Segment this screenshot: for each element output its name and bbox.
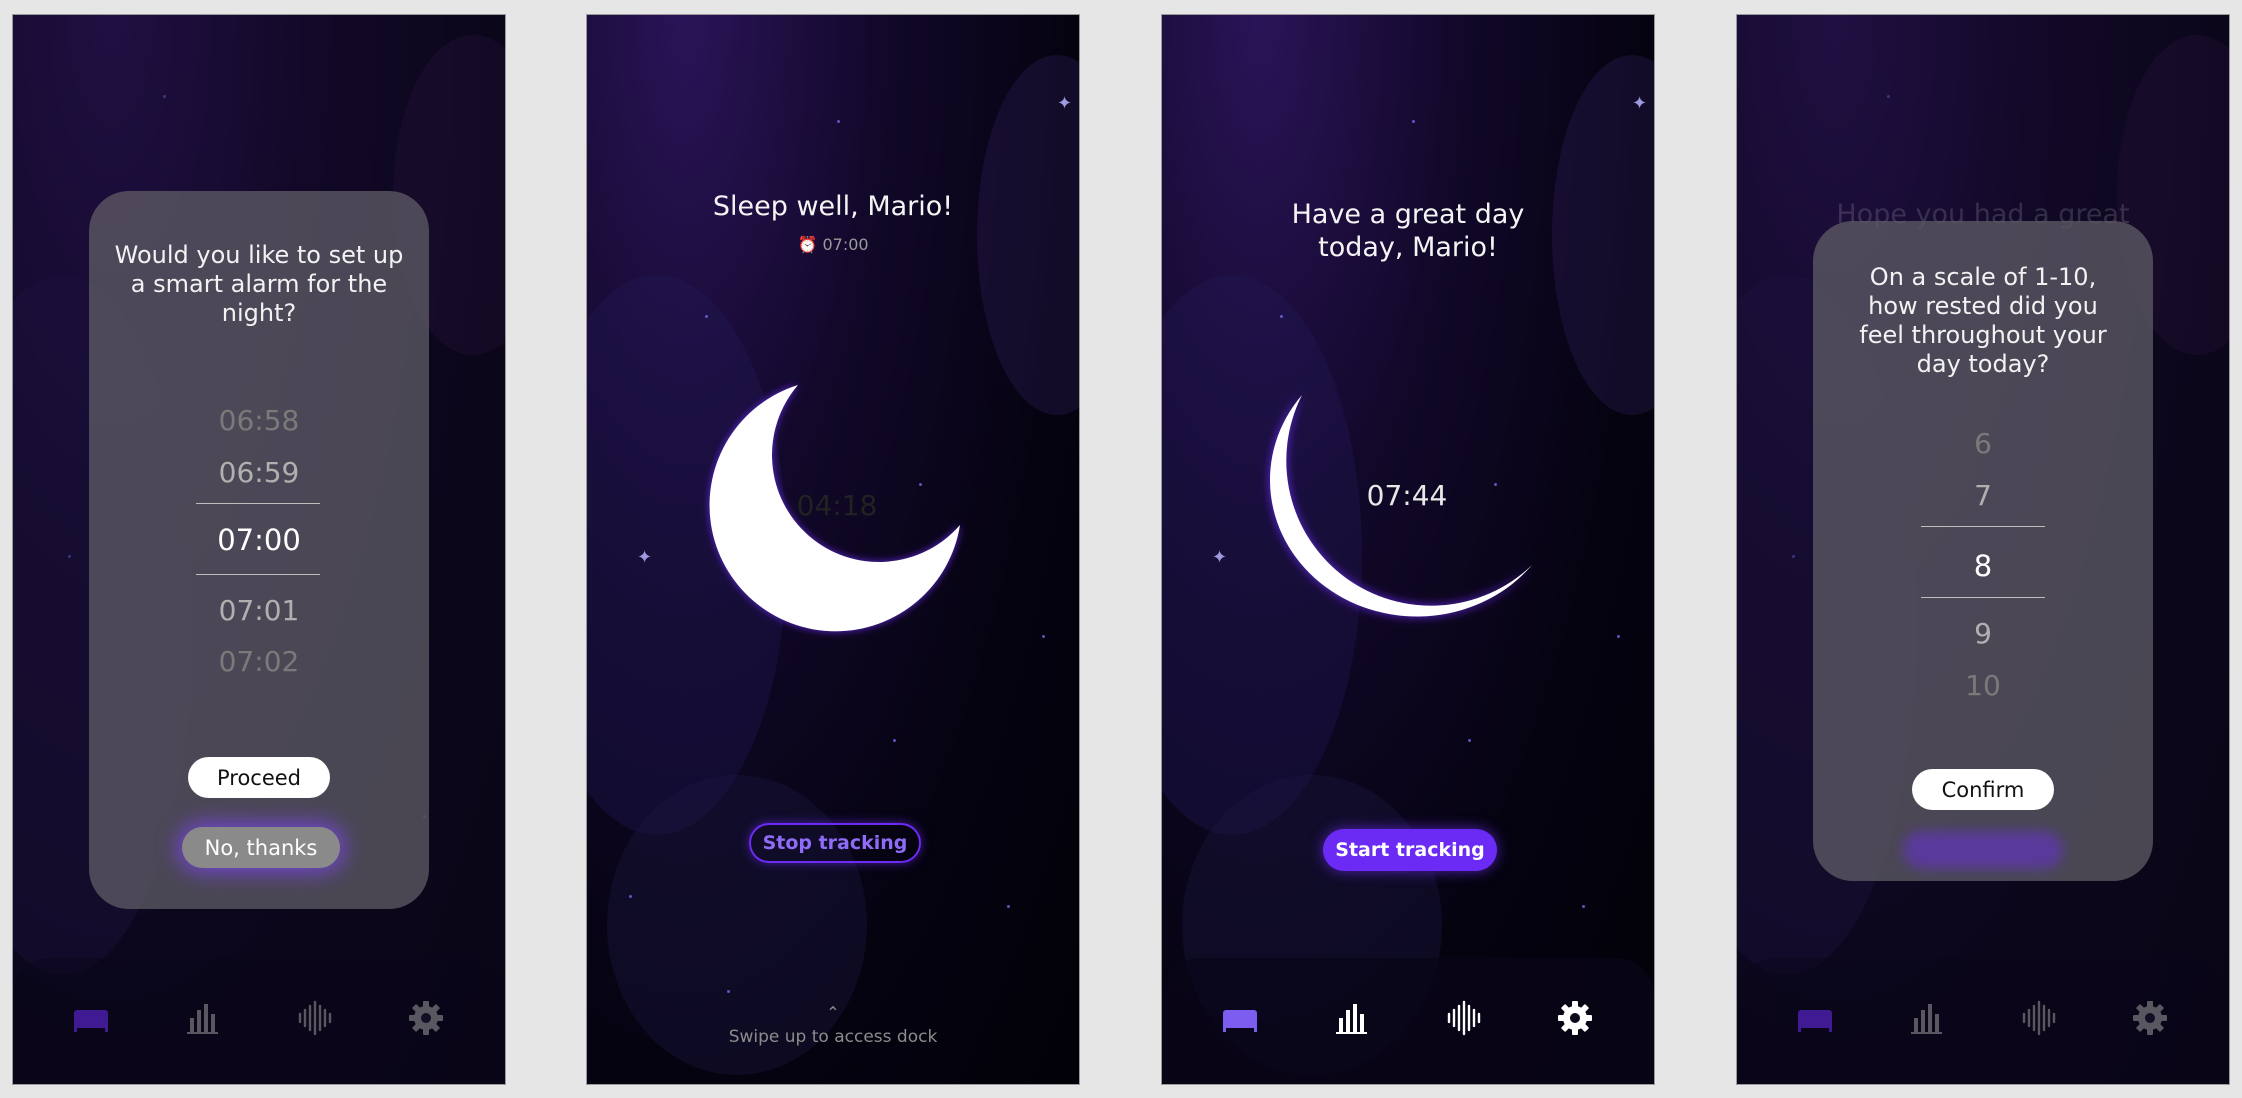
sound-wave-icon[interactable] bbox=[294, 998, 334, 1038]
alarm-time-label: ⏰ 07:00 bbox=[587, 235, 1079, 254]
settings-icon[interactable] bbox=[406, 998, 446, 1038]
start-tracking-button[interactable]: Start tracking bbox=[1323, 829, 1497, 871]
rating-screen: Hope you had a great On a scale of 1-10,… bbox=[1736, 14, 2230, 1085]
settings-icon[interactable] bbox=[2130, 998, 2170, 1038]
elapsed-time: 04:18 bbox=[796, 489, 878, 522]
rating-modal: On a scale of 1-10, how rested did you f… bbox=[1813, 221, 2153, 881]
picker-divider bbox=[1921, 597, 2045, 598]
picker-divider bbox=[196, 503, 320, 504]
picker-option[interactable]: 10 bbox=[1813, 669, 2153, 702]
swipe-hint: Swipe up to access dock bbox=[728, 1027, 938, 1047]
star-decoration bbox=[837, 120, 840, 123]
sparkle-icon: ✦ bbox=[1212, 547, 1228, 568]
star-decoration bbox=[727, 990, 730, 993]
picker-option[interactable]: 06:58 bbox=[89, 404, 429, 437]
star-decoration bbox=[1468, 739, 1471, 742]
picker-option[interactable]: 07:02 bbox=[89, 645, 429, 678]
blurred-background-button bbox=[1903, 831, 2063, 869]
confirm-button[interactable]: Confirm bbox=[1912, 769, 2054, 810]
picker-divider bbox=[1921, 526, 2045, 527]
star-decoration bbox=[1617, 635, 1620, 638]
settings-icon[interactable] bbox=[1555, 998, 1595, 1038]
star-decoration bbox=[1007, 905, 1010, 908]
stats-icon[interactable] bbox=[1331, 998, 1371, 1038]
dock bbox=[1162, 958, 1654, 1084]
alarm-modal: Would you like to set up a smart alarm f… bbox=[89, 191, 429, 909]
star-decoration bbox=[1582, 905, 1585, 908]
bed-icon[interactable] bbox=[1795, 998, 1835, 1038]
alarm-time-value: 07:00 bbox=[822, 235, 869, 254]
sound-wave-icon[interactable] bbox=[2018, 998, 2058, 1038]
current-time: 07:44 bbox=[1366, 479, 1448, 512]
picker-option[interactable]: 7 bbox=[1813, 479, 2153, 512]
sleep-tracking-screen: ✦ ✦ Sleep well, Mario! ⏰ 07:00 04:18 Sto… bbox=[586, 14, 1080, 1085]
stats-icon[interactable] bbox=[182, 998, 222, 1038]
alarm-setup-screen: Would you like to set up a smart alarm f… bbox=[12, 14, 506, 1085]
picker-option[interactable]: 6 bbox=[1813, 427, 2153, 460]
chevron-up-icon[interactable]: ⌃ bbox=[587, 1003, 1079, 1022]
star-decoration bbox=[629, 895, 632, 898]
dock bbox=[13, 958, 505, 1084]
picker-selected-option[interactable]: 07:00 bbox=[89, 523, 429, 557]
star-decoration bbox=[705, 315, 708, 318]
picker-option[interactable]: 06:59 bbox=[89, 456, 429, 489]
picker-divider bbox=[196, 574, 320, 575]
dock bbox=[1737, 958, 2229, 1084]
sound-wave-icon[interactable] bbox=[1443, 998, 1483, 1038]
stop-tracking-button[interactable]: Stop tracking bbox=[749, 823, 921, 863]
proceed-button[interactable]: Proceed bbox=[188, 757, 330, 798]
morning-screen: ✦ ✦ Have a great day today, Mario! 07:44… bbox=[1161, 14, 1655, 1085]
picker-option[interactable]: 07:01 bbox=[89, 594, 429, 627]
crescent-moon-icon bbox=[1270, 395, 1532, 617]
alarm-clock-icon: ⏰ bbox=[797, 235, 818, 254]
picker-selected-option[interactable]: 8 bbox=[1813, 549, 2153, 583]
sparkle-icon: ✦ bbox=[1632, 93, 1648, 114]
sparkle-icon: ✦ bbox=[637, 547, 653, 568]
rating-question: On a scale of 1-10, how rested did you f… bbox=[1859, 263, 2107, 378]
no-thanks-button[interactable]: No, thanks bbox=[182, 827, 340, 868]
greeting-heading: Sleep well, Mario! bbox=[712, 191, 954, 222]
star-decoration bbox=[1042, 635, 1045, 638]
star-decoration bbox=[893, 739, 896, 742]
greeting-heading: Have a great day today, Mario! bbox=[1291, 199, 1525, 263]
star-decoration bbox=[1280, 315, 1283, 318]
stats-icon[interactable] bbox=[1906, 998, 1946, 1038]
picker-option[interactable]: 9 bbox=[1813, 617, 2153, 650]
bed-icon[interactable] bbox=[1220, 998, 1260, 1038]
alarm-question: Would you like to set up a smart alarm f… bbox=[114, 241, 404, 327]
sparkle-icon: ✦ bbox=[1057, 93, 1073, 114]
bed-icon[interactable] bbox=[71, 998, 111, 1038]
star-decoration bbox=[1412, 120, 1415, 123]
